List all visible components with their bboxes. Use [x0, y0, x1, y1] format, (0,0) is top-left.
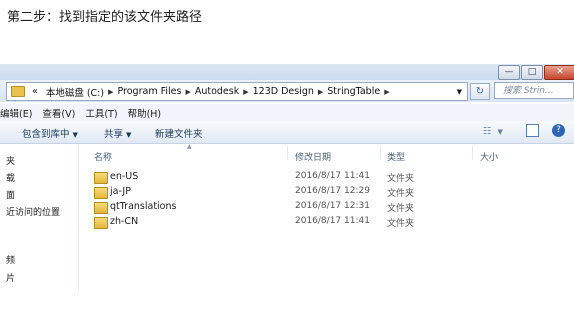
breadcrumb-local-disk[interactable]: 本地磁盘 (C:) [46, 85, 104, 99]
navigation-pane: 夹 载 面 近访问的位置 频 片 [0, 144, 79, 290]
breadcrumb-123d-design[interactable]: 123D Design [253, 86, 314, 97]
file-date: 2016/8/17 12:29 [295, 186, 370, 196]
breadcrumb-autodesk[interactable]: Autodesk [195, 86, 239, 97]
file-name: zh-CN [110, 216, 139, 227]
view-options-icon[interactable]: ☷ ▼ [483, 126, 503, 137]
step-caption: 第二步：找到指定的该文件夹路径 [7, 10, 203, 25]
nav-item-pictures[interactable]: 片 [6, 271, 15, 284]
folder-icon [94, 187, 108, 199]
column-header-name[interactable]: 名称 [94, 150, 112, 163]
file-date: 2016/8/17 11:41 [295, 171, 370, 181]
chevron-down-icon: ▼ [126, 131, 132, 139]
include-in-library-button[interactable]: 包含到库中 ▼ [22, 126, 78, 140]
close-button[interactable]: ✕ [544, 65, 574, 80]
chevron-right-icon[interactable]: ▶ [185, 88, 190, 96]
minimize-button[interactable]: — [498, 65, 520, 80]
column-divider[interactable] [380, 146, 381, 160]
include-in-library-label: 包含到库中 [22, 129, 70, 140]
search-input[interactable]: 搜索 Strin... [494, 82, 574, 99]
preview-pane-icon[interactable] [526, 124, 539, 137]
column-divider[interactable] [287, 146, 288, 160]
file-type: 文件夹 [387, 219, 415, 229]
folder-icon [11, 86, 25, 97]
file-type: 文件夹 [387, 204, 415, 214]
folder-icon [94, 217, 108, 229]
nav-item-downloads[interactable]: 载 [6, 171, 15, 184]
title-bar: — □ ✕ [0, 64, 574, 80]
nav-item-videos[interactable]: 频 [6, 253, 15, 266]
address-bar[interactable]: « 本地磁盘 (C:) ▶ Program Files ▶ Autodesk ▶… [6, 82, 468, 101]
chevron-right-icon[interactable]: ▶ [108, 88, 113, 96]
chevron-right-icon[interactable]: ▶ [243, 88, 248, 96]
menu-edit[interactable]: 编辑(E) [0, 106, 32, 120]
chevron-right-icon[interactable]: ▶ [318, 88, 323, 96]
refresh-button[interactable]: ↻ [470, 83, 490, 100]
breadcrumb-overflow[interactable]: « [32, 86, 38, 97]
menu-bar: 编辑(E) 查看(V) 工具(T) 帮助(H) [0, 104, 574, 121]
menu-help[interactable]: 帮助(H) [128, 106, 162, 120]
breadcrumb-stringtable[interactable]: StringTable [327, 86, 380, 97]
breadcrumb-program-files[interactable]: Program Files [117, 86, 181, 97]
column-header-date[interactable]: 修改日期 [295, 150, 331, 163]
command-toolbar: 包含到库中 ▼ 共享 ▼ 新建文件夹 ☷ ▼ ? [0, 121, 574, 144]
file-date: 2016/8/17 12:31 [295, 201, 370, 211]
address-dropdown-icon[interactable]: ▼ [457, 88, 462, 96]
menu-view[interactable]: 查看(V) [42, 106, 75, 120]
new-folder-button[interactable]: 新建文件夹 [155, 126, 203, 140]
address-row: « 本地磁盘 (C:) ▶ Program Files ▶ Autodesk ▶… [0, 80, 574, 102]
file-name: en-US [110, 171, 139, 182]
folder-icon [94, 172, 108, 184]
help-icon[interactable]: ? [552, 124, 565, 137]
chevron-right-icon[interactable]: ▶ [384, 88, 389, 96]
share-label: 共享 [104, 129, 124, 140]
file-row[interactable]: qtTranslations 2016/8/17 12:31 文件夹 [94, 200, 474, 216]
maximize-button[interactable]: □ [521, 65, 543, 80]
file-type: 文件夹 [387, 174, 415, 184]
explorer-window: — □ ✕ « 本地磁盘 (C:) ▶ Program Files ▶ Auto… [0, 64, 574, 290]
share-button[interactable]: 共享 ▼ [104, 126, 131, 140]
file-row[interactable]: zh-CN 2016/8/17 11:41 文件夹 [94, 215, 474, 231]
column-header-size[interactable]: 大小 [480, 150, 498, 163]
sort-arrow-icon: ▲ [187, 143, 192, 150]
file-name: qtTranslations [110, 201, 177, 212]
file-row[interactable]: ja-JP 2016/8/17 12:29 文件夹 [94, 185, 474, 201]
folder-icon [94, 202, 108, 214]
file-type: 文件夹 [387, 189, 415, 199]
menu-tools[interactable]: 工具(T) [85, 106, 117, 120]
column-header-type[interactable]: 类型 [387, 150, 405, 163]
file-row[interactable]: en-US 2016/8/17 11:41 文件夹 [94, 170, 474, 186]
file-date: 2016/8/17 11:41 [295, 216, 370, 226]
chevron-down-icon: ▼ [72, 131, 78, 139]
nav-item-folder[interactable]: 夹 [6, 154, 15, 167]
nav-item-recent-places[interactable]: 近访问的位置 [6, 205, 60, 218]
nav-item-desktop[interactable]: 面 [6, 188, 15, 201]
column-divider[interactable] [472, 146, 473, 160]
file-name: ja-JP [110, 186, 131, 197]
